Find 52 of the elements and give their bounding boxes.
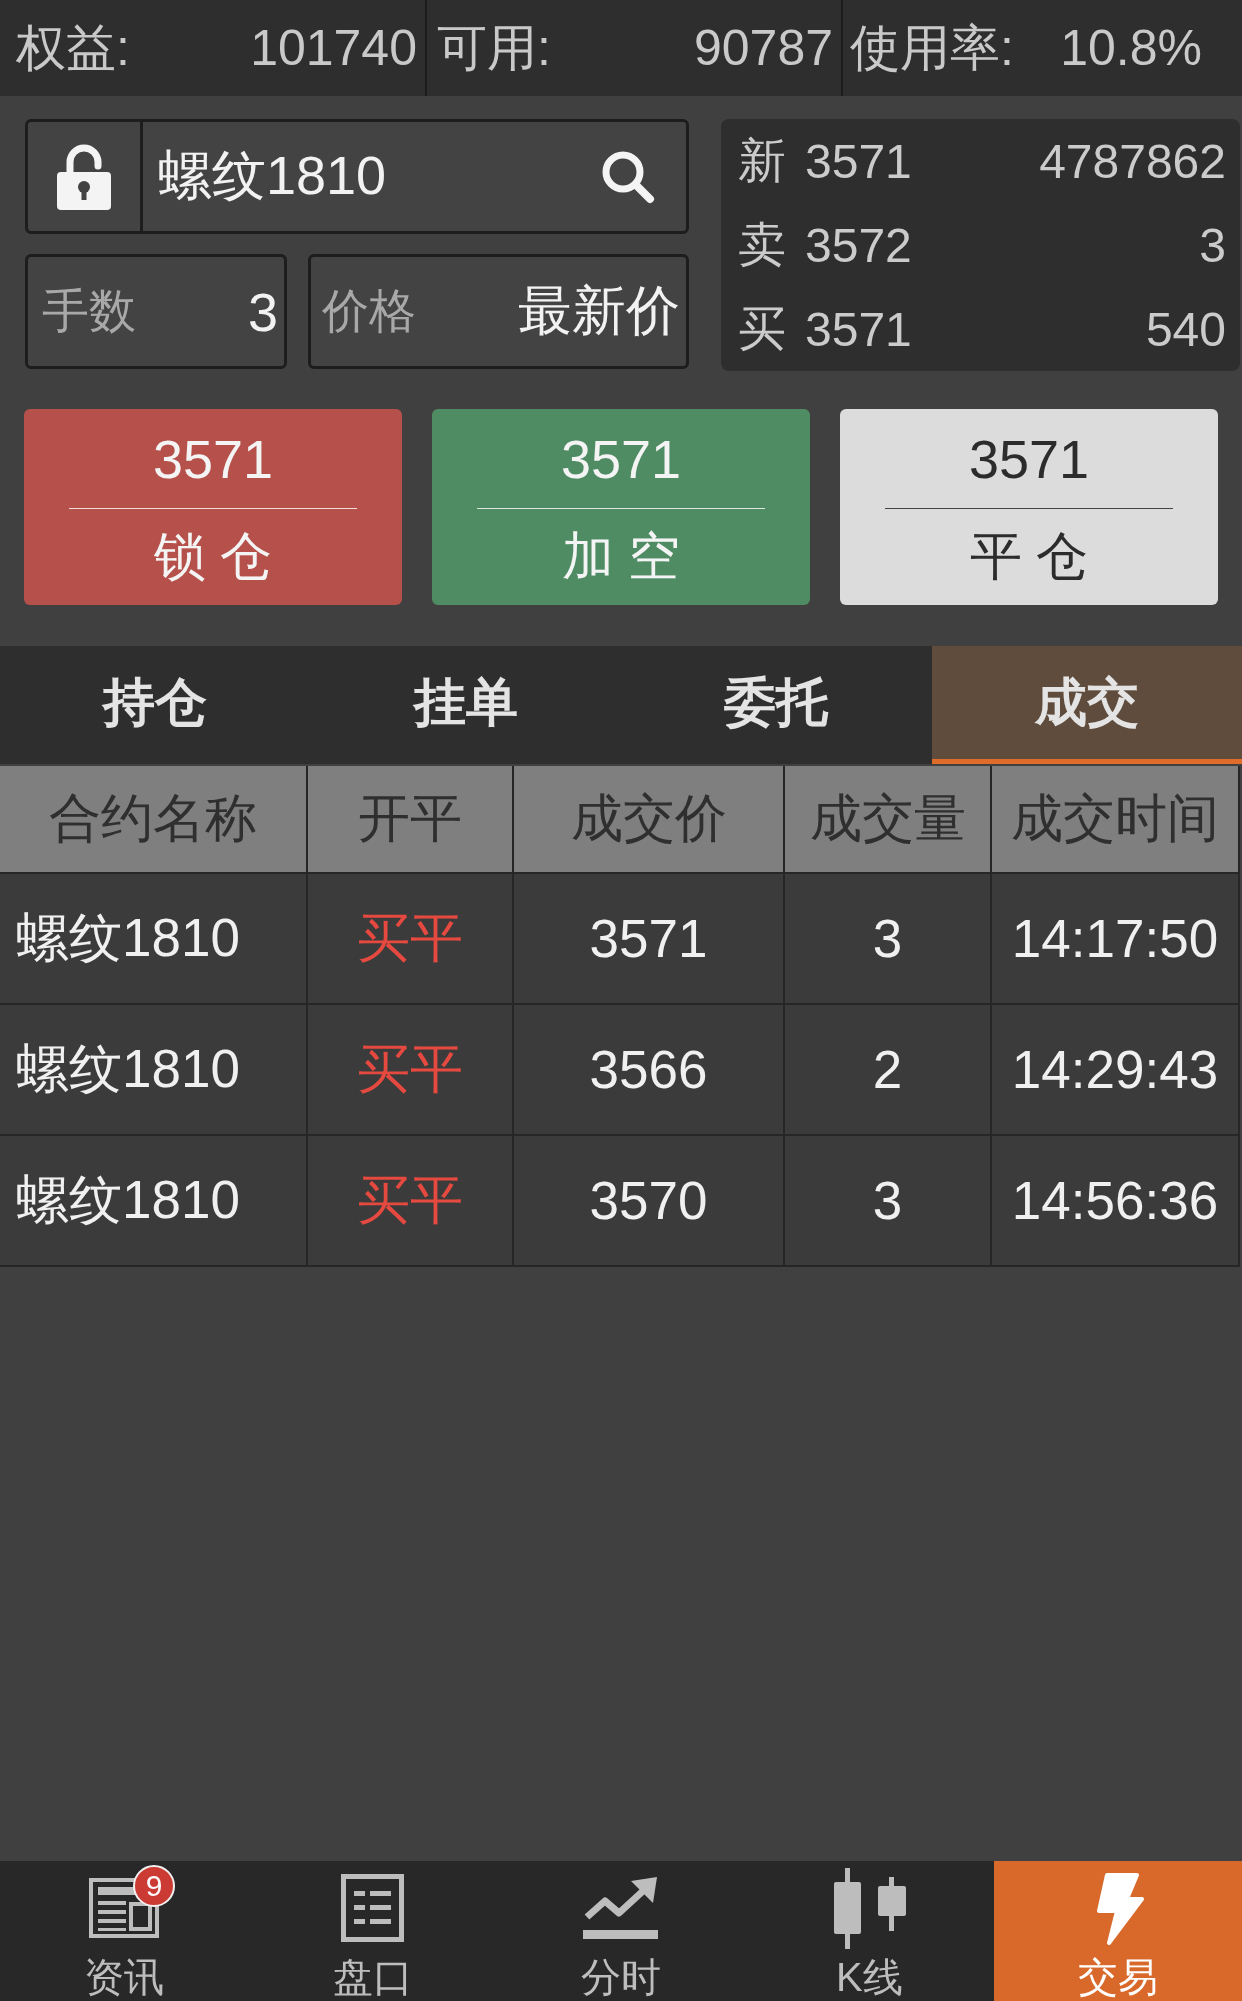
table-cell: 14:29:43 (992, 1005, 1240, 1136)
add-short-button[interactable]: 3571 加 空 (432, 409, 810, 605)
quote-price: 3571 (805, 301, 913, 357)
field-label: 价格 (322, 283, 416, 339)
account-value: 101740 (250, 19, 417, 77)
account-label: 可用: (437, 18, 551, 78)
table-cell: 3571 (514, 874, 785, 1005)
table-cell: 买平 (308, 1136, 514, 1267)
contract-field[interactable]: 螺纹1810 (143, 122, 686, 231)
search-icon[interactable] (601, 149, 655, 204)
account-value: 10.8% (1060, 19, 1202, 77)
table-cell: 3 (785, 1136, 992, 1267)
nav-tab[interactable]: 交易 (993, 1861, 1242, 2001)
table-cell: 3566 (514, 1005, 785, 1136)
notification-badge: 9 (133, 1865, 176, 1907)
quote-price: 3572 (805, 217, 913, 273)
quote-price: 3571 (805, 133, 913, 189)
tab[interactable]: 委托 (621, 646, 932, 764)
account-label: 使用率: (850, 18, 1014, 78)
quote-volume: 4787862 (1039, 133, 1226, 189)
close-position-button[interactable]: 3571 平 仓 (840, 409, 1218, 605)
nav-tab[interactable]: K线 (745, 1861, 994, 2001)
nav-tab[interactable]: 盘口 (248, 1861, 497, 2001)
field-label: 手数 (42, 283, 136, 339)
table-cell: 螺纹1810 (0, 874, 308, 1005)
table-cell: 2 (785, 1005, 992, 1136)
quantity-field[interactable]: 手数 3 (25, 254, 287, 369)
table-cell: 3 (785, 874, 992, 1005)
quote-volume: 3 (1199, 217, 1226, 273)
tab[interactable]: 持仓 (0, 646, 311, 764)
price-type-field[interactable]: 价格 最新价 (308, 254, 689, 369)
quote-volume: 540 (1145, 301, 1226, 357)
account-value: 90787 (693, 19, 833, 77)
nav-tab[interactable]: 9 资讯 (0, 1861, 249, 2001)
account-label: 权益: (16, 18, 130, 78)
tab[interactable]: 成交 (931, 646, 1242, 764)
tab[interactable]: 挂单 (310, 646, 621, 764)
quote-label: 新 (738, 133, 786, 189)
nav-tab[interactable]: 分时 (496, 1861, 746, 2001)
list-document-icon (341, 1874, 405, 1942)
table-cell: 买平 (308, 1005, 514, 1136)
trend-line-icon (583, 1877, 659, 1939)
table-cell: 3570 (514, 1136, 785, 1267)
table-cell: 买平 (308, 874, 514, 1005)
table-cell: 螺纹1810 (0, 1136, 308, 1267)
table-cell: 14:56:36 (992, 1136, 1240, 1267)
quote-label: 买 (738, 301, 786, 357)
quote-label: 卖 (738, 217, 786, 273)
table-cell: 螺纹1810 (0, 1005, 308, 1136)
newspaper-icon (89, 1878, 160, 1938)
lock-position-button[interactable]: 3571 锁 仓 (24, 409, 402, 605)
table-cell: 14:17:50 (992, 874, 1240, 1005)
